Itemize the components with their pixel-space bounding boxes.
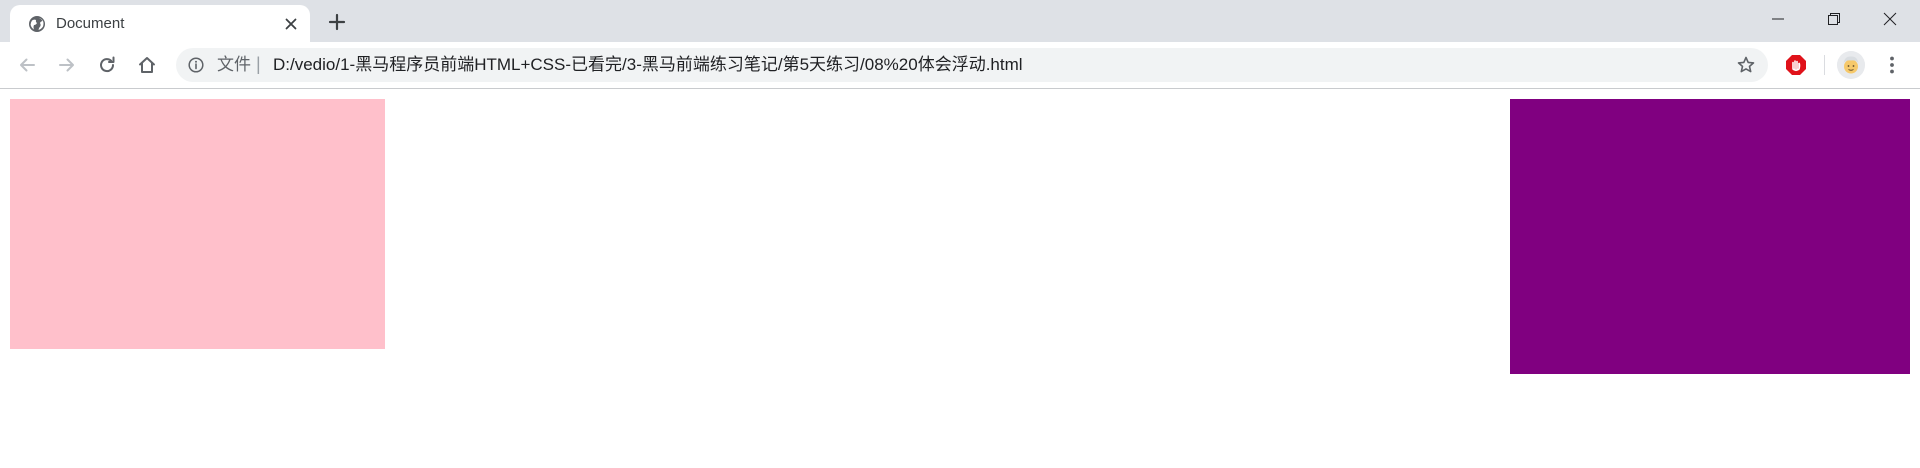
tab-document[interactable]: Document — [10, 5, 310, 42]
star-icon[interactable] — [1736, 55, 1756, 75]
address-bar[interactable]: 文件 | D:/vedio/1-黑马程序员前端HTML+CSS-已看完/3-黑马… — [176, 48, 1768, 82]
plus-icon[interactable] — [325, 10, 349, 34]
tab-title: Document — [56, 15, 125, 32]
pink-box — [10, 99, 385, 349]
url-text[interactable]: D:/vedio/1-黑马程序员前端HTML+CSS-已看完/3-黑马前端练习笔… — [273, 55, 1023, 75]
tab-strip: Document — [0, 0, 1920, 42]
site-info-label[interactable]: 文件 — [217, 55, 251, 75]
home-icon — [139, 57, 155, 73]
globe-icon — [28, 15, 46, 33]
reload-icon — [100, 56, 115, 73]
arrow-left-icon — [20, 58, 35, 72]
restore-icon — [1828, 13, 1840, 25]
arrow-right-icon — [59, 58, 74, 72]
forward-button[interactable] — [53, 51, 81, 79]
back-button[interactable] — [13, 51, 41, 79]
adblock-icon[interactable] — [1784, 53, 1808, 77]
home-button[interactable] — [133, 51, 161, 79]
toolbar-divider — [1824, 55, 1825, 75]
info-icon[interactable] — [188, 57, 204, 73]
purple-box — [1510, 99, 1910, 374]
close-icon[interactable] — [281, 14, 301, 34]
restore-button[interactable] — [1806, 0, 1862, 38]
site-info-separator: | — [256, 54, 261, 74]
browser-toolbar: 文件 | D:/vedio/1-黑马程序员前端HTML+CSS-已看完/3-黑马… — [0, 42, 1920, 89]
minimize-button[interactable] — [1750, 0, 1806, 38]
window-close-button[interactable] — [1862, 0, 1918, 38]
reload-button[interactable] — [93, 51, 121, 79]
kebab-menu-icon[interactable] — [1880, 53, 1904, 77]
close-icon — [1883, 12, 1897, 26]
avatar[interactable] — [1837, 51, 1865, 79]
minimize-icon — [1772, 18, 1784, 20]
page-viewport — [0, 89, 1920, 468]
